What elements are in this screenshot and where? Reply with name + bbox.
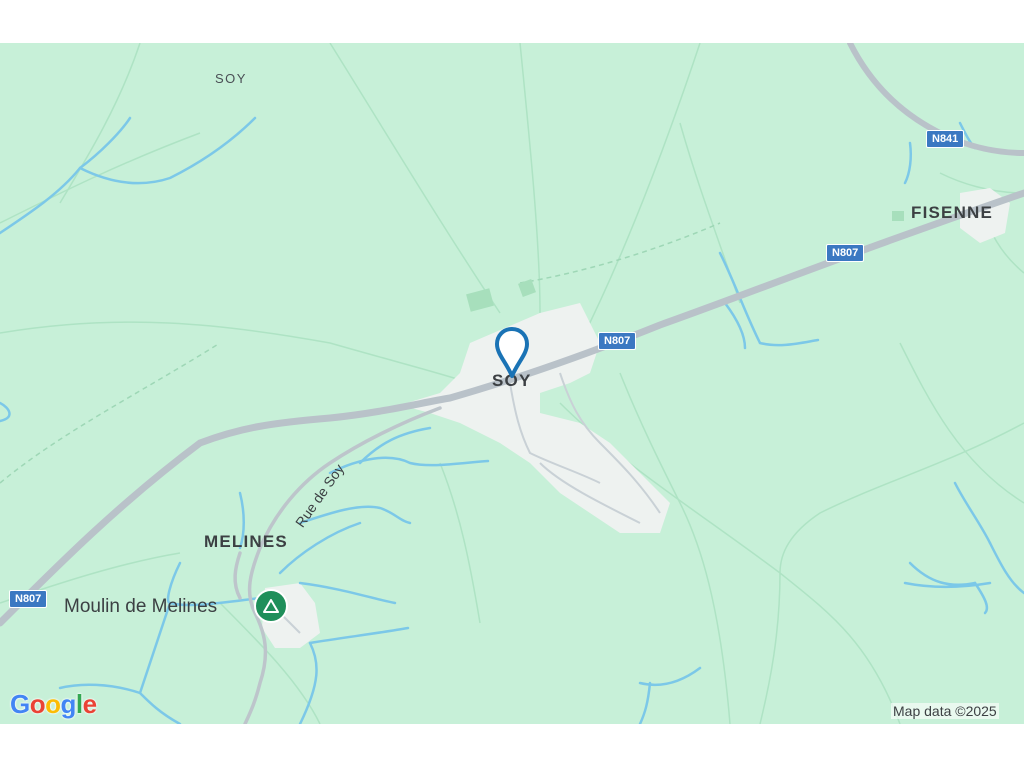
place-label-fisenne: FISENNE — [911, 203, 994, 222]
logo-letter: o — [29, 689, 46, 719]
logo-letter: G — [10, 689, 30, 719]
built-up-areas — [262, 188, 1010, 648]
logo-letter: e — [82, 689, 97, 719]
road-shield-n807: N807 — [826, 244, 865, 262]
google-logo: Google — [10, 689, 97, 720]
poi-label[interactable]: Moulin de Melines — [64, 596, 217, 618]
logo-letter: g — [60, 689, 77, 719]
logo-letter: o — [45, 689, 61, 719]
place-label-soy-north: SOY — [215, 71, 247, 86]
map-attribution[interactable]: Map data ©2025 — [891, 703, 999, 719]
road-shield-n807: N807 — [9, 590, 48, 608]
location-pin-icon[interactable] — [494, 326, 530, 385]
logo-letter: l — [75, 689, 83, 719]
road-shield-n807: N807 — [598, 332, 637, 350]
minor-roads — [233, 406, 442, 724]
campground-icon[interactable] — [254, 589, 288, 623]
road-shield-n841: N841 — [926, 130, 965, 148]
map-canvas[interactable]: SOY FISENNE SOY MELINES N841 N807 N807 N… — [0, 43, 1024, 724]
place-label-melines: MELINES — [204, 532, 288, 551]
